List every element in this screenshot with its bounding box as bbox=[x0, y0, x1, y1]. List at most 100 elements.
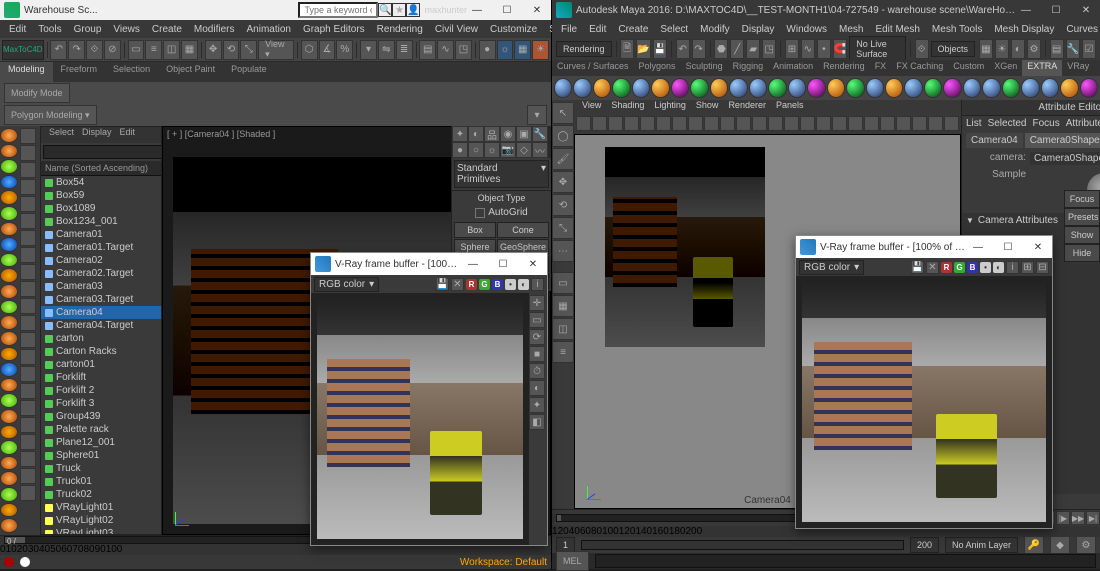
shelf-tab[interactable]: VRay bbox=[1062, 60, 1094, 76]
lights-cat-icon[interactable]: ☼ bbox=[484, 142, 500, 158]
render-last-icon[interactable]: ⟳ bbox=[529, 329, 545, 345]
attr-side-button[interactable]: Show bbox=[1064, 226, 1100, 244]
scene-explorer-tab[interactable]: Select bbox=[45, 127, 78, 143]
red-channel-button[interactable]: R bbox=[941, 262, 952, 273]
shelf-icon[interactable] bbox=[0, 206, 18, 221]
filter-icon[interactable] bbox=[20, 247, 36, 263]
shelf-icon[interactable] bbox=[0, 518, 18, 533]
percent-snap-icon[interactable]: % bbox=[336, 40, 353, 60]
shelf-button-icon[interactable] bbox=[885, 78, 903, 98]
attr-menu-item[interactable]: Selected bbox=[988, 118, 1027, 129]
shapes-cat-icon[interactable]: ○ bbox=[468, 142, 484, 158]
layout-persp-icon[interactable]: ◫ bbox=[552, 318, 574, 340]
opts2-icon[interactable]: ⊟ bbox=[1036, 261, 1049, 274]
select-name-icon[interactable]: ≡ bbox=[145, 40, 162, 60]
star-icon[interactable]: ★ bbox=[392, 3, 406, 17]
menu-item[interactable]: Graph Editors bbox=[298, 24, 370, 35]
close-button[interactable]: ✕ bbox=[1076, 5, 1096, 16]
filter-icon[interactable] bbox=[20, 264, 36, 280]
shelf-button-icon[interactable] bbox=[963, 78, 981, 98]
shelf-button-icon[interactable] bbox=[729, 78, 747, 98]
paint-select-icon[interactable]: 🖌 bbox=[552, 148, 574, 170]
snap-pt-icon[interactable]: • bbox=[817, 39, 831, 59]
viewport-option-icon[interactable] bbox=[672, 116, 687, 131]
shelf-tab[interactable]: Animation bbox=[768, 60, 818, 76]
autogrid-checkbox[interactable]: AutoGrid bbox=[452, 205, 551, 220]
viewport-option-icon[interactable] bbox=[640, 116, 655, 131]
vfb2-canvas[interactable] bbox=[796, 276, 1052, 528]
new-scene-icon[interactable]: 🗎 bbox=[620, 39, 634, 59]
viewport-option-icon[interactable] bbox=[656, 116, 671, 131]
scene-item[interactable]: Carton Racks bbox=[41, 345, 161, 358]
minimize-button[interactable]: — bbox=[463, 259, 483, 270]
viewport-option-icon[interactable] bbox=[592, 116, 607, 131]
mel-label[interactable]: MEL bbox=[556, 551, 589, 571]
shelf-icon[interactable] bbox=[0, 268, 18, 283]
scene-item[interactable]: VRayLight02 bbox=[41, 514, 161, 527]
scene-item[interactable]: VRayLight01 bbox=[41, 501, 161, 514]
close-button[interactable]: ✕ bbox=[527, 5, 547, 16]
shelf-icon[interactable] bbox=[0, 159, 18, 174]
scale-icon[interactable]: ⤡ bbox=[240, 40, 257, 60]
viewport-option-icon[interactable] bbox=[752, 116, 767, 131]
menu-item[interactable]: Civil View bbox=[430, 24, 483, 35]
move-tool-icon[interactable]: ✥ bbox=[552, 171, 574, 193]
scene-item[interactable]: Forklift bbox=[41, 371, 161, 384]
redo-icon[interactable]: ↷ bbox=[68, 40, 85, 60]
menu-item[interactable]: Edit bbox=[4, 24, 31, 35]
filter-icon[interactable] bbox=[20, 230, 36, 246]
shelf-button-icon[interactable] bbox=[866, 78, 884, 98]
scene-explorer-column-header[interactable]: Name (Sorted Ascending) bbox=[41, 161, 161, 176]
attr-menu-item[interactable]: List bbox=[966, 118, 982, 129]
layout-four-icon[interactable]: ▦ bbox=[552, 295, 574, 317]
redo-icon[interactable]: ↷ bbox=[692, 39, 706, 59]
align-icon[interactable]: ≣ bbox=[396, 40, 413, 60]
viewport-option-icon[interactable] bbox=[624, 116, 639, 131]
track-mouse-icon[interactable]: ✛ bbox=[529, 295, 545, 311]
alpha-channel-button[interactable]: • bbox=[505, 279, 516, 290]
attr-side-button[interactable]: Focus bbox=[1064, 190, 1100, 208]
shelf-icon[interactable] bbox=[0, 222, 18, 237]
mono-channel-button[interactable]: ◐ bbox=[993, 262, 1004, 273]
shelf-icon[interactable] bbox=[0, 347, 18, 362]
ribbon-tab[interactable]: Object Paint bbox=[158, 62, 223, 82]
menu-item[interactable]: Modify bbox=[695, 24, 734, 35]
scene-item[interactable]: Camera04 bbox=[41, 306, 161, 319]
panel-ae-icon[interactable]: ▤ bbox=[1050, 39, 1064, 59]
layout-single-icon[interactable]: ▭ bbox=[552, 272, 574, 294]
window-crossing-icon[interactable]: ▦ bbox=[181, 40, 198, 60]
pixel-info-icon[interactable]: i bbox=[531, 278, 544, 291]
render-frame-icon[interactable]: ▦ bbox=[514, 40, 531, 60]
space-cat-icon[interactable]: 〰 bbox=[532, 142, 548, 158]
user-icon[interactable]: 👤 bbox=[406, 3, 420, 17]
viewport-option-icon[interactable] bbox=[848, 116, 863, 131]
shelf-button-icon[interactable] bbox=[612, 78, 630, 98]
shelf-tab[interactable]: Polygons bbox=[634, 60, 681, 76]
script-recorder-icon[interactable] bbox=[20, 557, 30, 567]
shelf-button-icon[interactable] bbox=[768, 78, 786, 98]
cameras-cat-icon[interactable]: 📷 bbox=[500, 142, 516, 158]
shelf-button-icon[interactable] bbox=[593, 78, 611, 98]
menu-item[interactable]: File bbox=[556, 24, 582, 35]
angle-snap-icon[interactable]: ∡ bbox=[319, 40, 336, 60]
filter-icon[interactable] bbox=[20, 298, 36, 314]
select-icon[interactable]: ▭ bbox=[128, 40, 145, 60]
menu-item[interactable]: Select bbox=[655, 24, 693, 35]
menu-item[interactable]: Mesh Tools bbox=[927, 24, 987, 35]
scale-tool-icon[interactable]: ⤡ bbox=[552, 217, 574, 239]
viewport-option-icon[interactable] bbox=[816, 116, 831, 131]
scene-item[interactable]: Box1234_001 bbox=[41, 215, 161, 228]
shelf-icon[interactable] bbox=[0, 253, 18, 268]
shelf-tab[interactable]: Rendering bbox=[818, 60, 870, 76]
shelf-button-icon[interactable] bbox=[846, 78, 864, 98]
clear-icon[interactable]: ✕ bbox=[451, 278, 464, 291]
shelf-button-icon[interactable] bbox=[671, 78, 689, 98]
shelf-icon[interactable] bbox=[0, 440, 18, 455]
mirror-icon[interactable]: ⇋ bbox=[378, 40, 395, 60]
menu-item[interactable]: Customize bbox=[485, 24, 542, 35]
viewport-option-icon[interactable] bbox=[576, 116, 591, 131]
filter-icon[interactable] bbox=[20, 400, 36, 416]
render-icon[interactable]: ☀ bbox=[995, 39, 1009, 59]
scene-item[interactable]: Sphere01 bbox=[41, 449, 161, 462]
node-name-field[interactable]: Camera0Shape4 bbox=[1030, 152, 1100, 165]
